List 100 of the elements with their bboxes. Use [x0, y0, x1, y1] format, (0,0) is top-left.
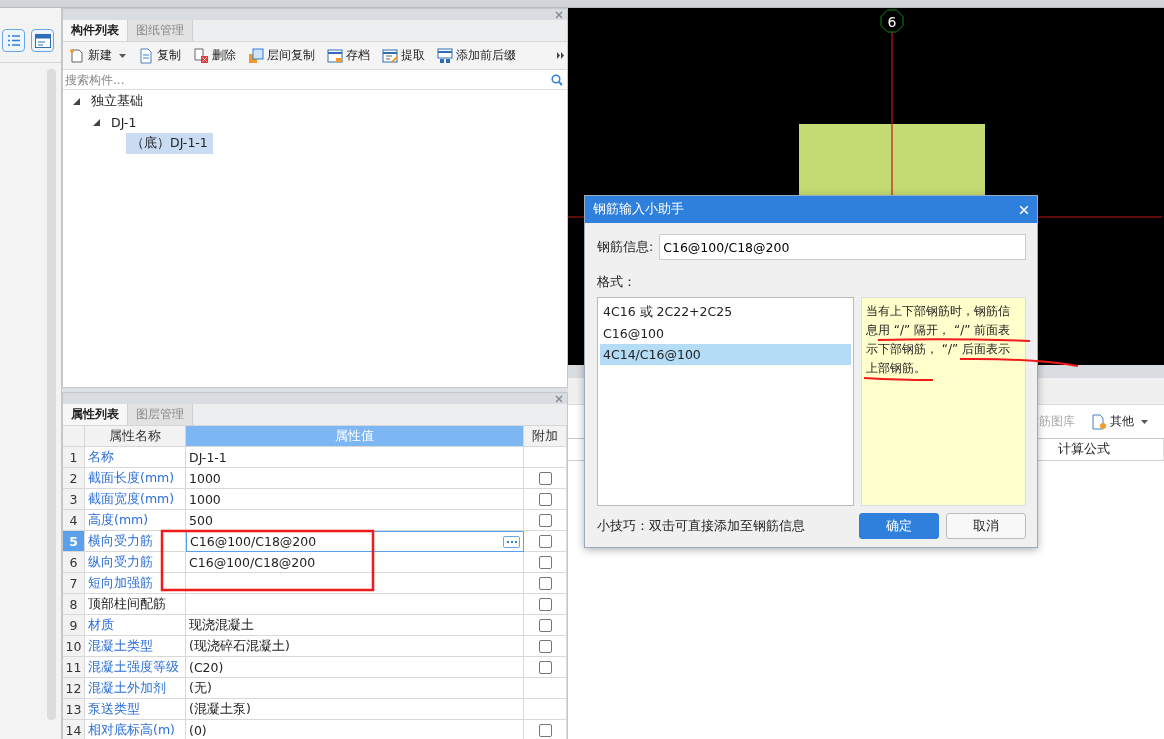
property-name: 混凝土类型 — [85, 636, 186, 657]
row-number: 8 — [63, 594, 85, 615]
format-item[interactable]: 4C16 或 2C22+2C25 — [600, 302, 851, 323]
row-number: 1 — [63, 447, 85, 468]
row-number: 14 — [63, 720, 85, 739]
table-icon — [437, 47, 453, 64]
format-item[interactable]: C16@100 — [600, 323, 851, 344]
checkbox[interactable] — [538, 660, 552, 674]
property-name: 横向受力筋 — [85, 531, 186, 552]
property-name: 纵向受力筋 — [85, 552, 186, 573]
panel-tab[interactable]: 构件列表 — [63, 20, 128, 41]
tree-item[interactable]: DJ-1 — [106, 113, 142, 132]
panel-tab[interactable]: 属性列表 — [63, 404, 128, 425]
delete-icon — [193, 47, 209, 64]
axis-label: 6 — [887, 14, 897, 30]
property-name: 截面长度(mm) — [85, 468, 186, 489]
row-number: 5 — [63, 531, 85, 552]
checkbox[interactable] — [538, 492, 552, 506]
column-header: 属性名称 — [85, 426, 186, 447]
checkbox[interactable] — [538, 597, 552, 611]
tree-item[interactable]: 独立基础 — [86, 91, 148, 112]
close-icon[interactable] — [555, 10, 563, 19]
row-number: 10 — [63, 636, 85, 657]
row-number: 2 — [63, 468, 85, 489]
property-value: (C20) — [186, 657, 524, 678]
rebar-info-field[interactable]: C16@100/C18@200 — [659, 234, 1026, 260]
expanded-arrow-icon[interactable] — [93, 119, 100, 126]
more-icon[interactable] — [557, 52, 565, 59]
caret-icon — [1141, 419, 1148, 424]
property-name: 泵送类型 — [85, 699, 186, 720]
row-number: 9 — [63, 615, 85, 636]
tip-text: 小技巧：双击可直接添加至钢筋信息 — [597, 517, 806, 535]
new-document-icon — [69, 47, 85, 64]
list-view-button[interactable] — [2, 29, 25, 52]
toolbar-button[interactable]: 新建 — [67, 47, 128, 64]
save-icon — [327, 47, 343, 64]
tree-item[interactable]: （底）DJ-1-1 — [126, 133, 213, 154]
checkbox[interactable] — [538, 555, 552, 569]
property-value: (0) — [186, 720, 524, 739]
window-icon — [34, 33, 51, 48]
ok-button[interactable]: 确定 — [859, 513, 939, 539]
format-item[interactable]: 4C14/C16@100 — [600, 344, 851, 365]
row-number: 4 — [63, 510, 85, 531]
close-icon[interactable] — [555, 394, 563, 403]
more-options-icon[interactable] — [503, 535, 520, 548]
checkbox[interactable] — [538, 534, 552, 548]
row-number: 3 — [63, 489, 85, 510]
row-number: 6 — [63, 552, 85, 573]
value-field[interactable]: C16@100/C18@200 — [186, 531, 524, 552]
stacked-pages-icon — [248, 47, 264, 64]
toolbar-button[interactable]: 提取 — [380, 47, 427, 64]
property-value: 1000 — [186, 468, 524, 489]
checkbox[interactable] — [538, 471, 552, 485]
property-name: 名称 — [85, 447, 186, 468]
row-number: 7 — [63, 573, 85, 594]
copy-icon — [138, 47, 154, 64]
checkbox[interactable] — [538, 576, 552, 590]
window-view-button[interactable] — [31, 29, 54, 52]
property-value: (现浇碎石混凝土) — [186, 636, 524, 657]
property-name: 相对底标高(m) — [85, 720, 186, 739]
property-name: 短向加强筋 — [85, 573, 186, 594]
cancel-button[interactable]: 取消 — [946, 513, 1026, 539]
property-value: DJ-1-1 — [186, 447, 524, 468]
document-gear-icon — [1091, 413, 1107, 430]
property-value: 1000 — [186, 489, 524, 510]
checkbox[interactable] — [538, 639, 552, 653]
format-note: 当有上下部钢筋时，钢筋信息用 “/” 隔开， “/” 前面表示下部钢筋， “/” 后面表示上部钢筋。 — [861, 297, 1026, 506]
toolbar-button[interactable]: 删除 — [191, 47, 238, 64]
field-label: 钢筋信息: — [597, 238, 654, 256]
property-name: 材质 — [85, 615, 186, 636]
row-number: 12 — [63, 678, 85, 699]
toolbar-button[interactable]: 复制 — [136, 47, 183, 64]
dialog-title: 钢筋输入小助手 — [593, 201, 684, 218]
property-name: 混凝土外加剂 — [85, 678, 186, 699]
column-header: 属性值 — [186, 426, 524, 447]
property-name: 顶部柱间配筋 — [85, 594, 186, 615]
list-icon — [6, 34, 21, 47]
property-name: 截面宽度(mm) — [85, 489, 186, 510]
caret-icon — [119, 53, 126, 58]
property-value: 现浇混凝土 — [186, 615, 524, 636]
toolbar-button[interactable]: 存档 — [325, 47, 372, 64]
toolbar-button[interactable]: 添加前后缀 — [435, 47, 518, 64]
extract-icon — [382, 47, 398, 64]
checkbox[interactable] — [538, 513, 552, 527]
property-value: C16@100/C18@200 — [186, 552, 524, 573]
toolbar-button[interactable]: 其他 — [1089, 413, 1150, 430]
checkbox[interactable] — [538, 618, 552, 632]
search-icon[interactable] — [551, 73, 563, 86]
property-value: (混凝土泵) — [186, 699, 524, 720]
axis-bubble-icon — [880, 9, 904, 33]
property-name: 高度(mm) — [85, 510, 186, 531]
checkbox[interactable] — [538, 723, 552, 737]
expanded-arrow-icon[interactable] — [73, 98, 80, 105]
column-header: 附加 — [524, 426, 567, 447]
toolbar-button[interactable]: 层间复制 — [246, 47, 317, 64]
property-name: 混凝土强度等级 — [85, 657, 186, 678]
row-number: 11 — [63, 657, 85, 678]
format-label: 格式： — [597, 274, 637, 291]
row-number: 13 — [63, 699, 85, 720]
property-value: 500 — [186, 510, 524, 531]
